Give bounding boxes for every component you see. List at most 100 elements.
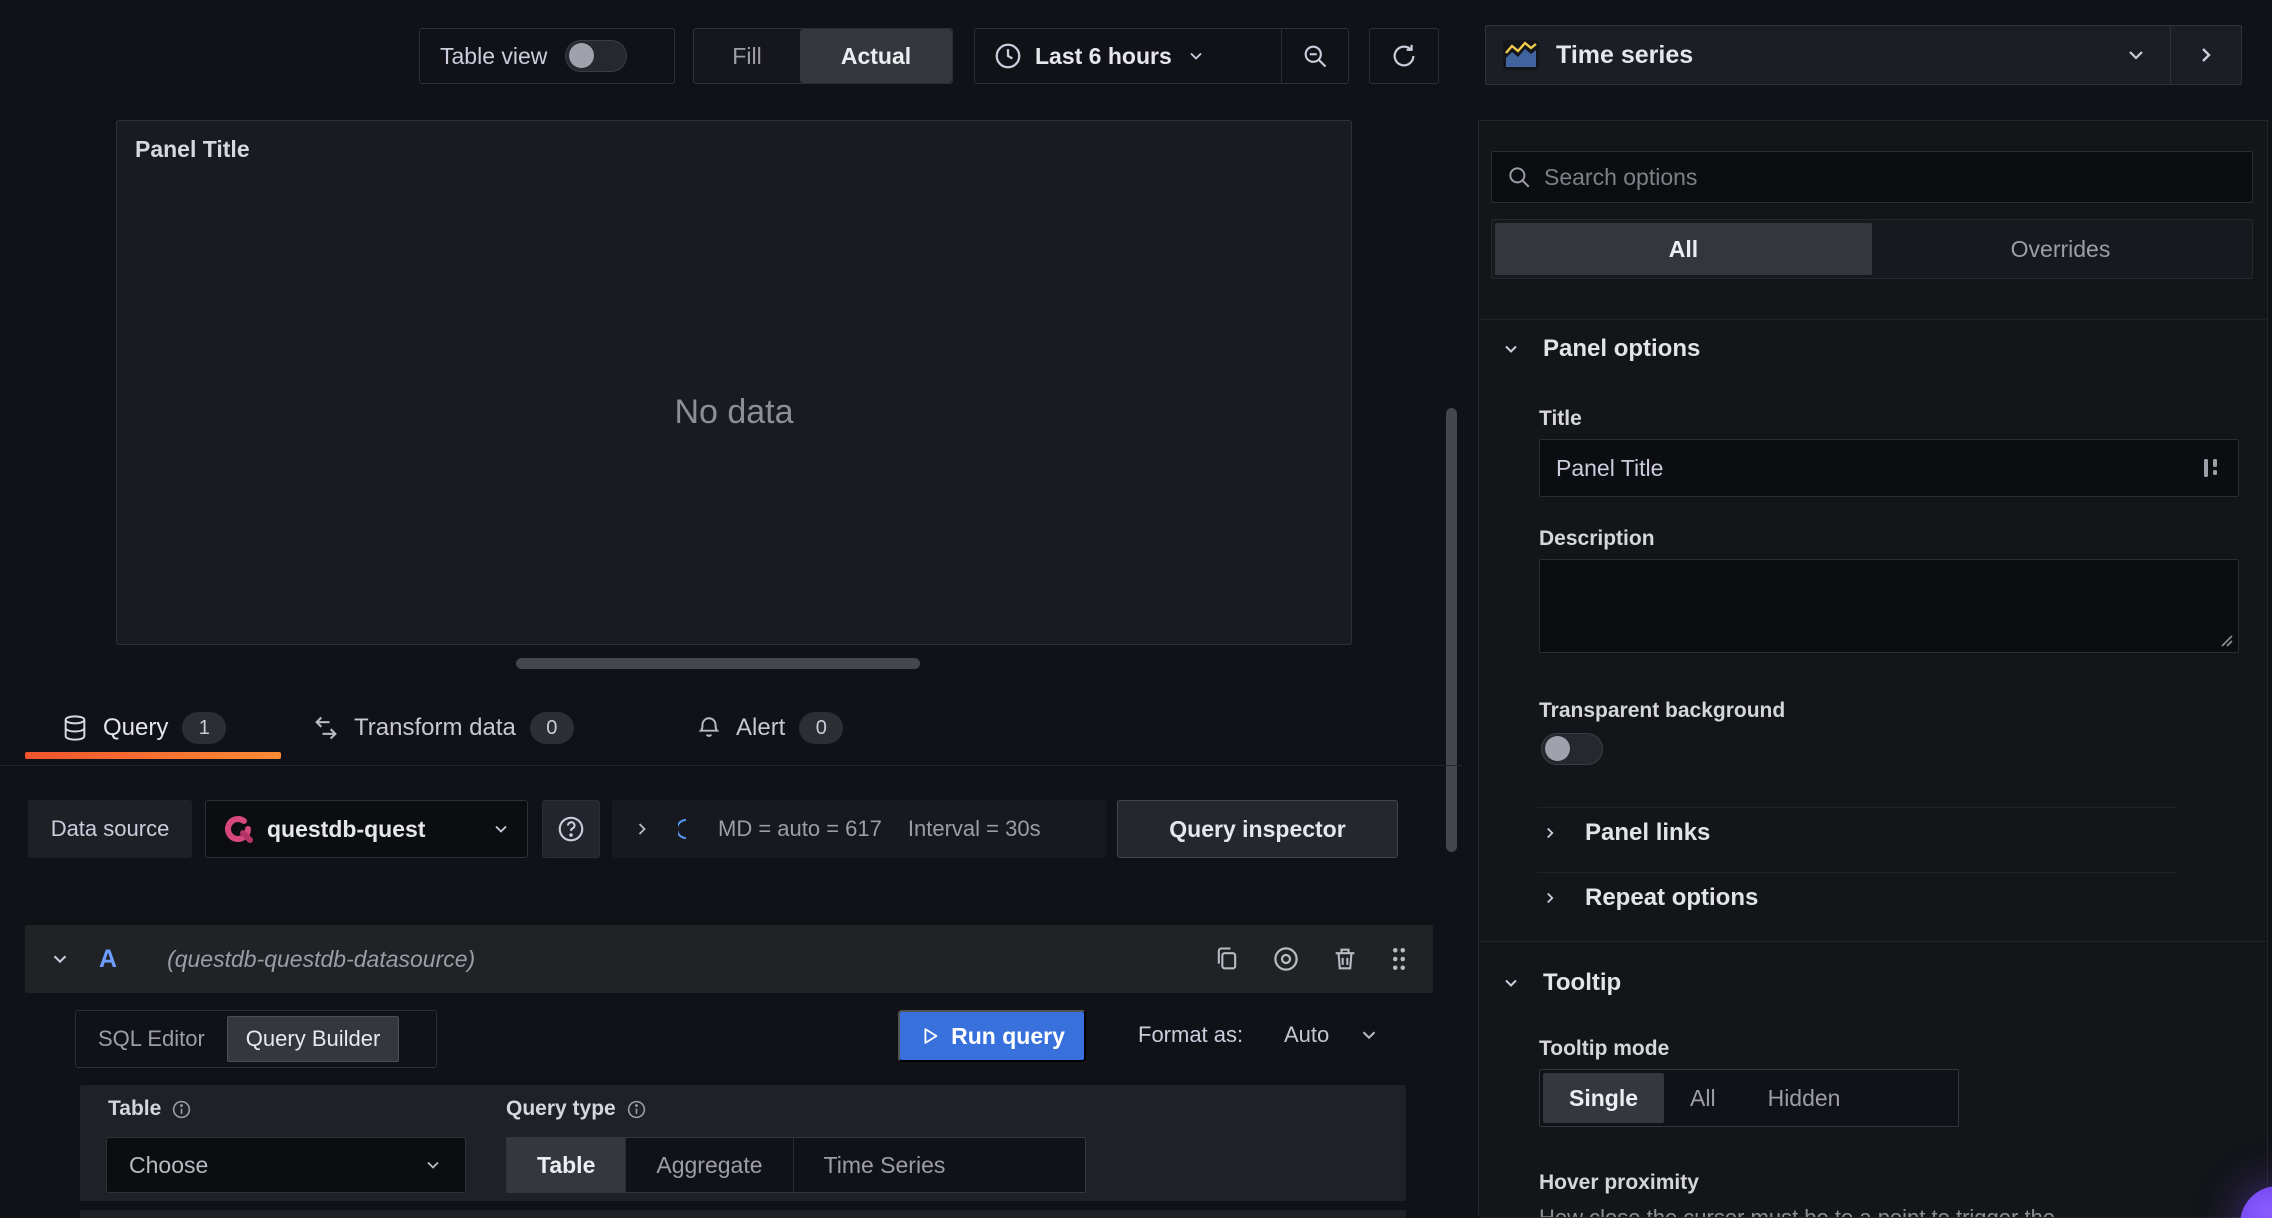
suggestions-bars-icon[interactable]: [2200, 455, 2222, 481]
chevron-down-icon: [1186, 46, 1206, 66]
loading-arc-icon: [678, 818, 692, 840]
sql-editor-option[interactable]: SQL Editor: [80, 1016, 223, 1062]
run-query-button[interactable]: Run query: [898, 1010, 1086, 1062]
resize-handle-icon[interactable]: [2218, 632, 2234, 648]
table-select-value: Choose: [129, 1151, 209, 1178]
panel-options-heading: Panel options: [1543, 335, 1701, 362]
tooltip-mode-all[interactable]: All: [1664, 1073, 1742, 1123]
divider: [1537, 872, 2177, 873]
time-series-chart-icon: [1502, 39, 1540, 71]
info-circle-icon: [171, 1099, 192, 1120]
transparent-background-toggle[interactable]: [1541, 733, 1603, 765]
search-icon: [1506, 164, 1532, 190]
chevron-down-icon: [1501, 339, 1521, 359]
query-inspector-button[interactable]: Query inspector: [1117, 800, 1398, 858]
repeat-options-label: Repeat options: [1585, 884, 1759, 911]
options-search-input[interactable]: [1544, 163, 2238, 191]
panel-links-label: Panel links: [1585, 819, 1711, 846]
visualization-name: Time series: [1556, 40, 1694, 69]
chevron-right-icon: [1541, 889, 1559, 907]
divider: [1479, 941, 2267, 942]
bell-icon: [696, 714, 722, 742]
panel-title-input[interactable]: Panel Title: [1539, 439, 2239, 497]
tab-alert-count: 0: [799, 712, 844, 744]
info-circle-icon: [626, 1099, 647, 1120]
query-builder-option[interactable]: Query Builder: [226, 1016, 400, 1062]
tabs-divider: [0, 765, 1462, 766]
max-data-points-text: MD = auto = 617: [718, 816, 882, 841]
chevron-down-icon: [1501, 973, 1521, 993]
time-range-picker: Last 6 hours: [974, 28, 1349, 84]
query-type-aggregate[interactable]: Aggregate: [626, 1138, 794, 1192]
title-field-label: Title: [1539, 407, 1582, 430]
table-view-control: Table view: [419, 28, 675, 84]
panel-links-section[interactable]: Panel links: [1541, 819, 1710, 847]
description-textarea[interactable]: [1539, 559, 2239, 653]
actual-option[interactable]: Actual: [800, 29, 952, 83]
drag-handle-icon[interactable]: [1389, 944, 1409, 974]
tooltip-mode-hidden[interactable]: Hidden: [1742, 1073, 1867, 1123]
divider: [1479, 319, 2267, 320]
refresh-icon: [1390, 42, 1418, 70]
time-range-button[interactable]: Last 6 hours: [975, 41, 1267, 71]
panel-preview[interactable]: Panel Title No data: [116, 120, 1352, 645]
run-query-label: Run query: [951, 1022, 1065, 1049]
table-view-label: Table view: [440, 42, 548, 69]
tooltip-mode-single[interactable]: Single: [1543, 1073, 1665, 1123]
visualization-picker[interactable]: Time series: [1485, 25, 2242, 85]
query-type-field-label: Query type: [506, 1097, 647, 1121]
questdb-logo-icon: [222, 813, 254, 845]
datasource-picker[interactable]: questdb-quest: [205, 800, 528, 858]
chevron-down-icon[interactable]: [1358, 1024, 1380, 1046]
panel-options-pane: All Overrides Panel options Title Panel …: [1478, 120, 2268, 1218]
table-view-toggle[interactable]: [565, 40, 628, 72]
zoom-out-time-button[interactable]: [1282, 29, 1348, 83]
fill-actual-switch: Fill Actual: [693, 28, 953, 84]
refresh-button[interactable]: [1369, 28, 1439, 84]
datasource-help-button[interactable]: [542, 800, 600, 858]
options-search-box[interactable]: [1491, 151, 2253, 203]
chevron-right-icon: [1541, 824, 1559, 842]
tab-query-label: Query: [103, 714, 169, 741]
fill-option[interactable]: Fill: [694, 29, 800, 83]
panel-title: Panel Title: [135, 136, 250, 162]
tooltip-mode-label: Tooltip mode: [1539, 1037, 1670, 1060]
query-type-time-series[interactable]: Time Series: [794, 1138, 976, 1192]
hover-proximity-help-text: How close the cursor must be to a point …: [1539, 1205, 2056, 1218]
collapse-pane-button[interactable]: [2171, 26, 2241, 84]
no-data-message: No data: [674, 393, 794, 431]
filter-tab-all[interactable]: All: [1495, 223, 1872, 275]
duplicate-query-icon[interactable]: [1213, 945, 1241, 973]
active-tab-indicator: [25, 752, 281, 759]
query-row-header[interactable]: A (questdb-questdb-datasource): [25, 925, 1433, 993]
query-ref-id: A: [99, 944, 118, 973]
delete-query-trash-icon[interactable]: [1331, 945, 1359, 973]
panel-options-section-header[interactable]: Panel options: [1501, 335, 1700, 363]
chevron-down-icon: [2124, 43, 2148, 67]
vertical-scrollbar[interactable]: [1446, 408, 1457, 852]
query-type-table[interactable]: Table: [507, 1138, 627, 1192]
query-builder-section: Table Query type Choose Table Aggregate …: [80, 1085, 1406, 1201]
hover-proximity-label: Hover proximity: [1539, 1171, 1699, 1194]
time-range-label: Last 6 hours: [1035, 42, 1172, 69]
hide-response-eye-icon[interactable]: [1271, 944, 1301, 974]
transform-icon: [312, 714, 340, 742]
tab-alert-label: Alert: [736, 714, 786, 741]
filter-tab-overrides[interactable]: Overrides: [1872, 223, 2249, 275]
toggle-knob: [569, 43, 595, 68]
query-options-bar[interactable]: MD = auto = 617 Interval = 30s: [612, 800, 1106, 858]
table-label-text: Table: [108, 1097, 162, 1120]
panel-title-value: Panel Title: [1556, 454, 1664, 481]
tab-query-count: 1: [182, 712, 227, 744]
repeat-options-section[interactable]: Repeat options: [1541, 884, 1758, 912]
horizontal-scrollbar[interactable]: [516, 658, 920, 669]
tab-query[interactable]: Query 1: [61, 702, 227, 754]
table-select[interactable]: Choose: [106, 1137, 466, 1193]
tab-alert[interactable]: Alert 0: [696, 702, 844, 754]
chevron-down-icon[interactable]: [49, 948, 71, 970]
format-as-value[interactable]: Auto: [1284, 1022, 1329, 1048]
tooltip-section-header[interactable]: Tooltip: [1501, 969, 1621, 997]
tab-transform-data[interactable]: Transform data 0: [312, 702, 574, 754]
query-type-switch: Table Aggregate Time Series: [506, 1137, 1086, 1193]
tooltip-mode-switch: Single All Hidden: [1539, 1069, 1959, 1127]
